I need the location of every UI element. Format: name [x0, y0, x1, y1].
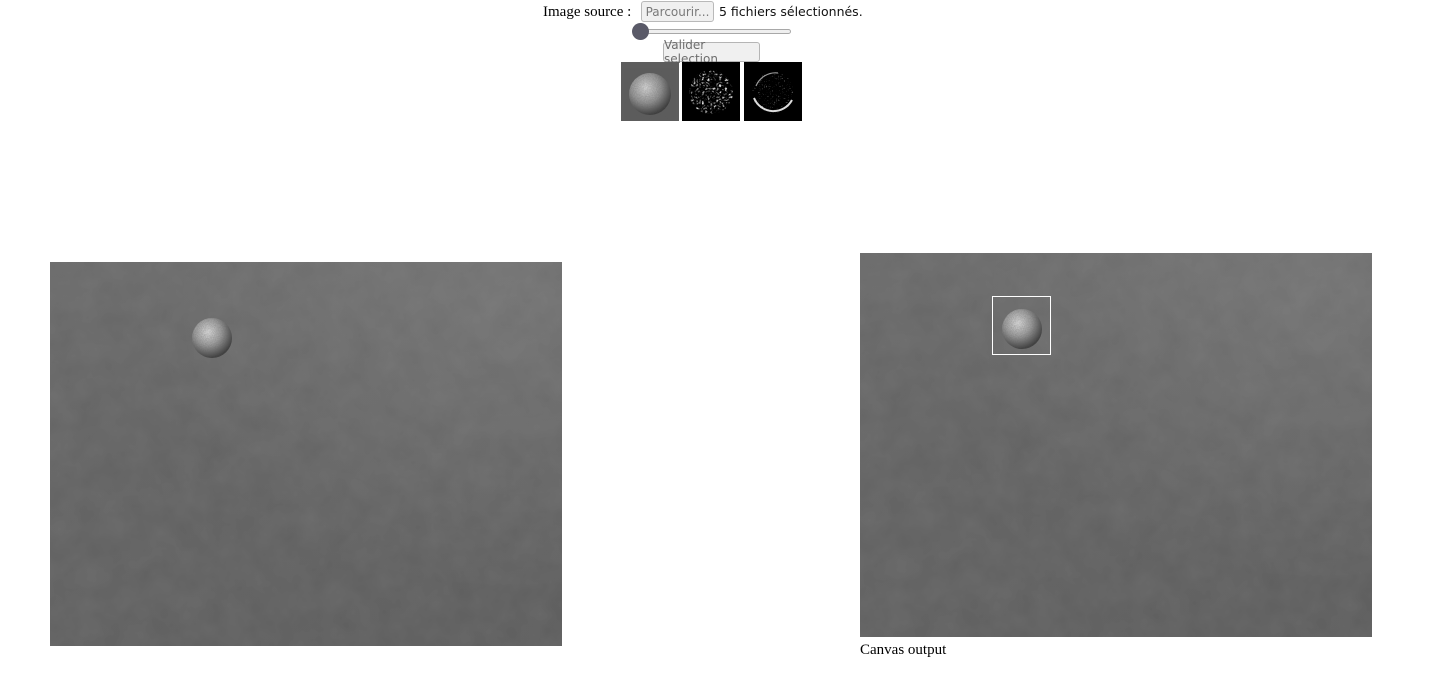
edge-filter-thumbnail-image: [689, 70, 733, 114]
canvas-output-caption: Canvas output: [860, 642, 947, 658]
sphere-thumbnail-image: [629, 73, 671, 115]
files-selected-status: 5 fichiers sélectionnés.: [719, 4, 863, 19]
detection-bounding-box: [992, 296, 1051, 355]
input-canvas: [50, 262, 562, 646]
slider-track[interactable]: [640, 29, 791, 34]
thumbnail-original[interactable]: [621, 62, 679, 121]
thumbnail-gradient[interactable]: [744, 62, 802, 121]
input-scene-image: [50, 262, 562, 646]
slider-thumb[interactable]: [632, 23, 649, 40]
output-canvas: [860, 253, 1372, 637]
validate-selection-button[interactable]: Valider selection: [663, 38, 760, 66]
output-scene-image: [860, 253, 1372, 637]
thumbnail-edges[interactable]: [682, 62, 740, 121]
gradient-filter-thumbnail-image: [752, 72, 794, 114]
browse-button[interactable]: Parcourir...: [641, 1, 714, 22]
image-source-label: Image source :: [543, 4, 632, 20]
